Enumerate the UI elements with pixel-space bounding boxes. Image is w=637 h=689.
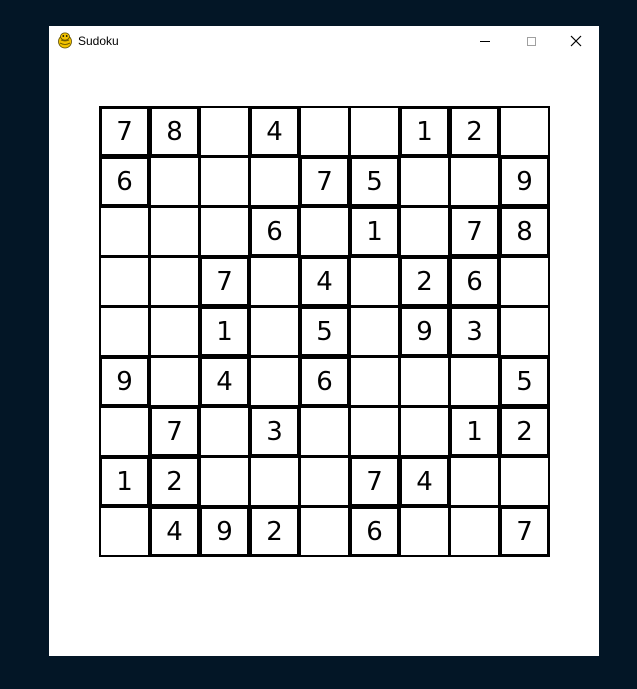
sudoku-cell[interactable]: 3	[249, 406, 300, 457]
sudoku-cell[interactable]	[149, 156, 200, 207]
sudoku-cell[interactable]: 6	[299, 356, 350, 407]
sudoku-cell[interactable]: 8	[149, 106, 200, 157]
sudoku-cell[interactable]	[249, 156, 300, 207]
sudoku-cell[interactable]: 1	[449, 406, 500, 457]
sudoku-cell[interactable]: 6	[449, 256, 500, 307]
sudoku-cell[interactable]	[299, 406, 350, 457]
sudoku-cell[interactable]: 9	[499, 156, 550, 207]
maximize-icon	[526, 36, 536, 46]
sudoku-cell[interactable]	[449, 356, 500, 407]
sudoku-cell[interactable]: 2	[449, 106, 500, 157]
sudoku-cell[interactable]	[499, 256, 550, 307]
minimize-button[interactable]	[462, 26, 508, 56]
sudoku-cell[interactable]	[99, 206, 150, 257]
sudoku-cell[interactable]: 6	[349, 506, 400, 557]
sudoku-cell[interactable]	[99, 406, 150, 457]
sudoku-cell[interactable]	[299, 106, 350, 157]
sudoku-cell[interactable]	[149, 306, 200, 357]
sudoku-cell[interactable]	[349, 106, 400, 157]
sudoku-cell[interactable]	[449, 456, 500, 507]
sudoku-cell[interactable]: 5	[499, 356, 550, 407]
sudoku-cell[interactable]: 2	[399, 256, 450, 307]
sudoku-cell[interactable]	[499, 106, 550, 157]
sudoku-cell[interactable]: 7	[149, 406, 200, 457]
sudoku-cell[interactable]: 4	[199, 356, 250, 407]
sudoku-cell[interactable]	[249, 456, 300, 507]
sudoku-cell[interactable]	[399, 406, 450, 457]
sudoku-cell[interactable]	[499, 456, 550, 507]
sudoku-cell[interactable]	[149, 356, 200, 407]
sudoku-cell[interactable]	[349, 356, 400, 407]
sudoku-cell[interactable]: 4	[299, 256, 350, 307]
sudoku-cell[interactable]: 2	[149, 456, 200, 507]
sudoku-cell[interactable]	[199, 206, 250, 257]
sudoku-cell[interactable]: 1	[399, 106, 450, 157]
close-button[interactable]	[553, 26, 599, 56]
sudoku-cell[interactable]: 7	[349, 456, 400, 507]
sudoku-cell[interactable]: 7	[449, 206, 500, 257]
sudoku-cell[interactable]: 2	[499, 406, 550, 457]
sudoku-cell[interactable]	[249, 306, 300, 357]
sudoku-cell[interactable]: 7	[499, 506, 550, 557]
sudoku-cell[interactable]: 6	[99, 156, 150, 207]
sudoku-cell[interactable]: 1	[199, 306, 250, 357]
sudoku-cell[interactable]	[249, 356, 300, 407]
sudoku-cell[interactable]	[149, 256, 200, 307]
sudoku-cell[interactable]	[449, 506, 500, 557]
sudoku-cell[interactable]: 5	[299, 306, 350, 357]
sudoku-cell[interactable]: 7	[199, 256, 250, 307]
sudoku-cell[interactable]: 1	[99, 456, 150, 507]
sudoku-cell[interactable]: 2	[249, 506, 300, 557]
sudoku-cell[interactable]	[199, 156, 250, 207]
sudoku-cell[interactable]	[199, 406, 250, 457]
sudoku-cell[interactable]: 8	[499, 206, 550, 257]
sudoku-cell[interactable]: 7	[99, 106, 150, 157]
close-icon	[570, 35, 582, 47]
sudoku-cell[interactable]: 9	[399, 306, 450, 357]
sudoku-cell[interactable]	[349, 406, 400, 457]
sudoku-cell[interactable]: 4	[399, 456, 450, 507]
sudoku-cell[interactable]: 1	[349, 206, 400, 257]
sudoku-cell[interactable]	[299, 506, 350, 557]
pygame-snake-icon	[58, 32, 72, 49]
sudoku-cell[interactable]	[199, 106, 250, 157]
sudoku-cell[interactable]	[399, 506, 450, 557]
sudoku-cell[interactable]: 9	[99, 356, 150, 407]
sudoku-cell[interactable]	[349, 306, 400, 357]
sudoku-cell[interactable]: 5	[349, 156, 400, 207]
sudoku-cell[interactable]	[149, 206, 200, 257]
sudoku-board: 78412675961787426159394657312127449267	[99, 106, 550, 557]
sudoku-cell[interactable]	[199, 456, 250, 507]
sudoku-cell[interactable]: 9	[199, 506, 250, 557]
sudoku-cell[interactable]: 7	[299, 156, 350, 207]
maximize-button[interactable]	[508, 26, 554, 56]
sudoku-cell[interactable]: 4	[149, 506, 200, 557]
sudoku-cell[interactable]	[449, 156, 500, 207]
sudoku-cell[interactable]: 6	[249, 206, 300, 257]
sudoku-cell[interactable]	[99, 306, 150, 357]
sudoku-cell[interactable]: 4	[249, 106, 300, 157]
sudoku-window: Sudoku 784126759617874261593946573121274…	[49, 26, 599, 656]
sudoku-cell[interactable]	[99, 506, 150, 557]
minimize-icon	[480, 40, 490, 42]
window-title: Sudoku	[78, 34, 119, 48]
sudoku-cell[interactable]	[399, 156, 450, 207]
sudoku-cell[interactable]	[499, 306, 550, 357]
sudoku-cell[interactable]	[399, 206, 450, 257]
sudoku-cell[interactable]	[99, 256, 150, 307]
sudoku-cell[interactable]	[399, 356, 450, 407]
sudoku-cell[interactable]	[249, 256, 300, 307]
sudoku-cell[interactable]: 3	[449, 306, 500, 357]
sudoku-cell[interactable]	[299, 206, 350, 257]
title-bar[interactable]: Sudoku	[49, 26, 599, 56]
sudoku-cell[interactable]	[349, 256, 400, 307]
sudoku-cell[interactable]	[299, 456, 350, 507]
